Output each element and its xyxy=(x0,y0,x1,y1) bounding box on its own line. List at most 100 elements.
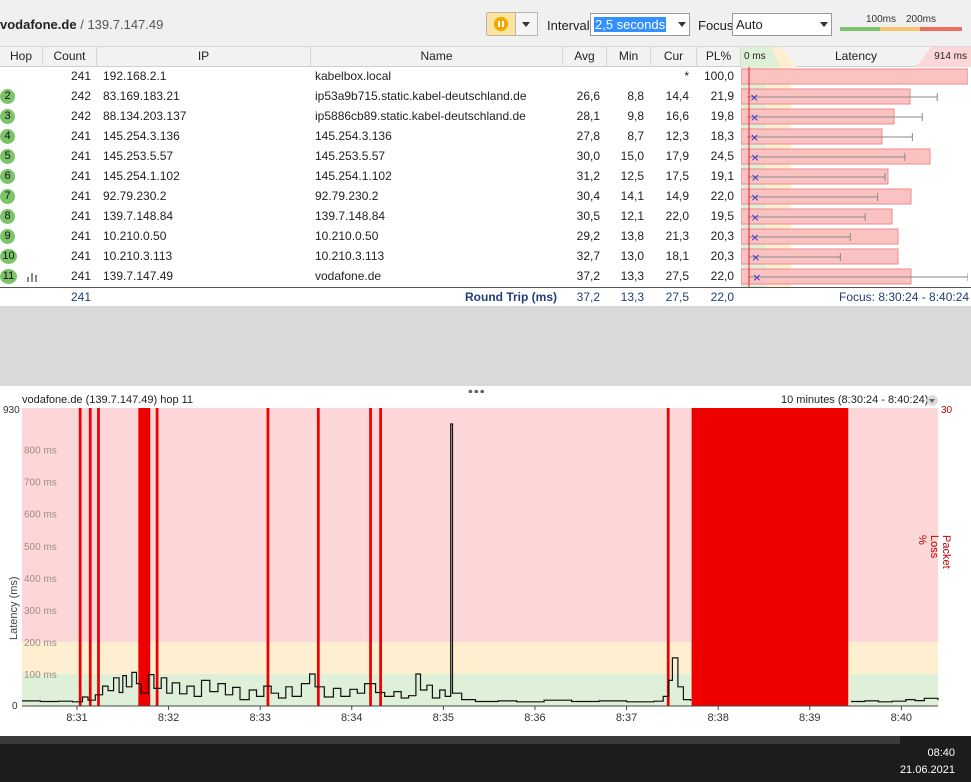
col-latency[interactable]: 0 ms Latency 914 ms xyxy=(741,47,971,67)
x-tick-label: 8:34 xyxy=(341,712,362,724)
clock-time: 08:40 xyxy=(927,747,955,759)
avg-latency-marker: × xyxy=(751,251,760,264)
hop-cur: 21,3 xyxy=(665,229,689,243)
latency-scale-legend: 100ms 200ms xyxy=(840,14,962,34)
graph-shown-icon[interactable] xyxy=(27,273,39,282)
col-avg[interactable]: Avg xyxy=(563,47,607,67)
summary-label: Round Trip (ms) xyxy=(465,290,557,304)
hop-pl: 20,3 xyxy=(710,249,734,263)
col-hop[interactable]: Hop xyxy=(0,47,43,67)
table-row[interactable]: 3 242 88.134.203.137 ip5886cb89.static.kabe… xyxy=(0,107,971,127)
scale-yellow-bar xyxy=(880,27,920,31)
hop-latency-bar: × xyxy=(741,107,968,127)
col-pl[interactable]: PL% xyxy=(697,47,741,67)
hop-ip: 145.254.1.102 xyxy=(103,169,180,183)
avg-latency-marker: × xyxy=(750,231,759,244)
hop-min: 13,0 xyxy=(620,249,644,263)
hop-count: 241 xyxy=(70,169,91,183)
hop-name: kabelbox.local xyxy=(315,69,392,83)
interval-value: 2,5 seconds xyxy=(594,17,667,32)
latency-max-label: 914 ms xyxy=(934,51,967,62)
y-grid-label: 800 ms xyxy=(24,446,57,457)
system-clock[interactable]: 08:40 21.06.2021 xyxy=(900,745,955,779)
hop-avg: 30,0 xyxy=(576,149,600,163)
focus-select[interactable]: Auto xyxy=(732,13,832,36)
empty-table-area xyxy=(0,306,971,386)
pause-dropdown-button[interactable] xyxy=(516,12,538,36)
hop-avg: 29,2 xyxy=(576,229,600,243)
pause-button[interactable] xyxy=(486,12,516,36)
hop-pl: 19,5 xyxy=(710,209,734,223)
y-grid-label: 300 ms xyxy=(24,606,57,617)
y-grid-label: 500 ms xyxy=(24,542,57,553)
y-axis-min-label: 0 xyxy=(12,701,18,712)
col-count[interactable]: Count xyxy=(43,47,97,67)
hop-name: ip53a9b715.static.kabel-deutschland.de xyxy=(315,89,527,103)
table-row[interactable]: 6 241 145.254.1.102 145.254.1.102 31,2 12,5 17… xyxy=(0,167,971,187)
hop-count: 242 xyxy=(70,109,91,123)
col-cur[interactable]: Cur xyxy=(651,47,697,67)
hop-number-badge: 3 xyxy=(0,109,15,124)
hop-pl: 24,5 xyxy=(710,149,734,163)
hop-cur: 17,5 xyxy=(665,169,689,183)
table-row[interactable]: 7 241 92.79.230.2 92.79.230.2 30,4 14,1 14,9 22… xyxy=(0,187,971,207)
hop-pl: 22,0 xyxy=(710,269,734,283)
latency-timeline-chart[interactable]: 100 ms 200 ms 300 ms 400 ms 500 ms 600 ms 700 … xyxy=(0,393,971,736)
hop-count: 241 xyxy=(70,149,91,163)
hop-pl: 19,1 xyxy=(710,169,734,183)
avg-latency-marker: × xyxy=(750,91,759,104)
hop-count: 241 xyxy=(70,209,91,223)
hop-pl: 20,3 xyxy=(710,229,734,243)
table-row[interactable]: 4 241 145.254.3.136 145.254.3.136 27,8 8,7 12,… xyxy=(0,127,971,147)
col-ip[interactable]: IP xyxy=(97,47,311,67)
hop-cur: 27,5 xyxy=(665,269,689,283)
clock-date: 21.06.2021 xyxy=(899,764,955,776)
col-name[interactable]: Name xyxy=(311,47,563,67)
table-row[interactable]: 11 241 139.7.147.49 vodafone.de 37,2 13,3 27,5… xyxy=(0,267,971,287)
hop-pl: 100,0 xyxy=(703,69,734,83)
target-ip: 139.7.147.49 xyxy=(87,17,164,32)
hop-ip: 192.168.2.1 xyxy=(103,69,167,83)
hop-latency-bar: × xyxy=(741,227,968,247)
table-row[interactable]: 10 241 10.210.3.113 10.210.3.113 32,7 13,0 18,… xyxy=(0,247,971,267)
y-grid-label: 400 ms xyxy=(24,574,57,585)
table-row[interactable]: 2 242 83.169.183.21 ip53a9b715.static.kabel… xyxy=(0,87,971,107)
table-row[interactable]: 8 241 139.7.148.84 139.7.148.84 30,5 12,1 22,0… xyxy=(0,207,971,227)
packet-loss-event xyxy=(88,408,92,706)
hop-cur: 14,9 xyxy=(665,189,689,203)
focus-label: Focus xyxy=(698,18,734,33)
avg-latency-marker: × xyxy=(751,211,760,224)
hop-min: 8,7 xyxy=(627,129,644,143)
hop-min: 14,1 xyxy=(620,189,644,203)
y-grid-label: 600 ms xyxy=(24,510,57,521)
hop-avg: 26,6 xyxy=(576,89,600,103)
hop-latency-bar: × xyxy=(741,247,968,267)
interval-select[interactable]: 2,5 seconds xyxy=(590,13,690,36)
hop-min: 13,3 xyxy=(620,269,644,283)
hop-ip: 88.134.203.137 xyxy=(103,109,187,123)
hop-min: 12,5 xyxy=(620,169,644,183)
hop-cur: 12,3 xyxy=(665,129,689,143)
hop-avg: 37,2 xyxy=(576,269,600,283)
packet-loss-event xyxy=(97,408,100,706)
y-grid-label: 700 ms xyxy=(24,478,57,489)
hop-ip: 92.79.230.2 xyxy=(103,189,167,203)
hop-ip: 145.254.3.136 xyxy=(103,129,180,143)
col-min[interactable]: Min xyxy=(607,47,651,67)
table-row[interactable]: 5 241 145.253.5.57 145.253.5.57 30,0 15,0 17,9… xyxy=(0,147,971,167)
hop-pl: 19,8 xyxy=(710,109,734,123)
table-row[interactable]: 9 241 10.210.0.50 10.210.0.50 29,2 13,8 21,3 20… xyxy=(0,227,971,247)
hop-count: 241 xyxy=(70,229,91,243)
hop-cur: 17,9 xyxy=(665,149,689,163)
interval-label: Interval xyxy=(547,18,590,33)
hop-name: 10.210.0.50 xyxy=(315,229,379,243)
hop-number-badge: 11 xyxy=(0,269,17,284)
scale-200-label: 200ms xyxy=(906,14,937,25)
target-separator: / xyxy=(80,17,84,32)
hop-latency-bar: × xyxy=(741,167,968,187)
table-row[interactable]: 241 192.168.2.1 kabelbox.local * 100,0 xyxy=(0,67,971,87)
hop-min: 15,0 xyxy=(620,149,644,163)
toolbar: vodafone.de / 139.7.147.49 Interval 2,5 … xyxy=(0,0,971,47)
hop-avg: 30,5 xyxy=(576,209,600,223)
hop-count: 241 xyxy=(70,269,91,283)
